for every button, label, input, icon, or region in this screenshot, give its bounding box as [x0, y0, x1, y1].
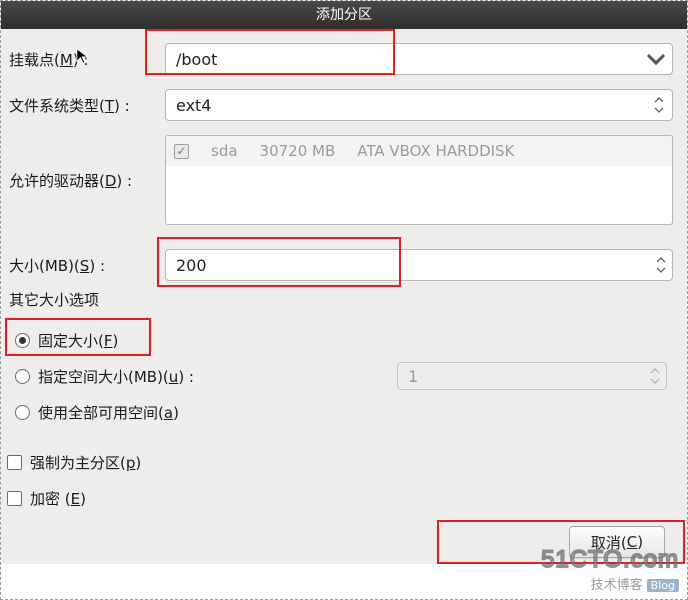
- field-size-wrap: 200: [165, 249, 681, 281]
- size-value: 200: [176, 256, 650, 275]
- drive-name: sda: [211, 142, 238, 160]
- label-mount-point: 挂载点(M) :: [7, 49, 165, 70]
- label-drives: 允许的驱动器(D) :: [7, 170, 165, 191]
- row-fs-type: 文件系统类型(T) : ext4: [7, 89, 681, 121]
- radio-fill-label: 使用全部可用空间(a): [38, 402, 179, 423]
- group-other-options: 固定大小(F) 指定空间大小(MB)(u) : 1 使用全部可用空间(a): [7, 316, 681, 436]
- fs-type-combo[interactable]: ext4: [165, 89, 673, 121]
- size-spin[interactable]: 200: [165, 249, 673, 281]
- mount-point-value: /boot: [176, 50, 646, 69]
- dialog-content: 挂载点(M) : /boot 文件系统类型(T) : ext4: [1, 29, 687, 564]
- encrypt-label: 加密 (E): [30, 488, 86, 509]
- watermark-line2: 技术博客Blog: [541, 574, 679, 593]
- spinner-icon[interactable]: [652, 96, 666, 115]
- window-title: 添加分区: [316, 7, 372, 23]
- field-fs-type-wrap: ext4: [165, 89, 681, 121]
- label-size: 大小(MB)(S) :: [7, 255, 165, 276]
- radio-icon[interactable]: [15, 369, 30, 384]
- radio-fixed-row[interactable]: 固定大小(F): [15, 322, 675, 358]
- chevron-down-icon[interactable]: [646, 49, 666, 69]
- radio-icon[interactable]: [15, 405, 30, 420]
- drive-size: 30720 MB: [260, 142, 336, 160]
- force-primary-label: 强制为主分区(p): [30, 452, 141, 473]
- dialog-buttons: 取消(C): [7, 516, 681, 558]
- drive-model: ATA VBOX HARDDISK: [357, 142, 514, 160]
- spinner-icon: [648, 367, 662, 386]
- upto-value: 1: [408, 367, 644, 386]
- encrypt-row[interactable]: 加密 (E): [7, 480, 681, 516]
- row-size: 大小(MB)(S) : 200: [7, 249, 681, 281]
- window-titlebar: 添加分区: [1, 1, 687, 29]
- radio-icon[interactable]: [15, 333, 30, 348]
- radio-fill-row[interactable]: 使用全部可用空间(a): [15, 394, 675, 430]
- cancel-button[interactable]: 取消(C): [569, 526, 665, 558]
- group-title-other: 其它大小选项: [9, 289, 681, 310]
- spinner-icon[interactable]: [654, 256, 668, 275]
- force-primary-row[interactable]: 强制为主分区(p): [7, 444, 681, 480]
- row-drives: 允许的驱动器(D) : ✓ sda 30720 MB ATA VBOX HARD…: [7, 135, 681, 225]
- radio-fixed-label: 固定大小(F): [38, 330, 118, 351]
- label-fs-type: 文件系统类型(T) :: [7, 95, 165, 116]
- upto-spin: 1: [397, 362, 667, 390]
- row-mount-point: 挂载点(M) : /boot: [7, 43, 681, 75]
- checkbox-icon[interactable]: [7, 455, 22, 470]
- field-mount-point-wrap: /boot: [165, 43, 681, 75]
- radio-upto-label: 指定空间大小(MB)(u) :: [38, 366, 194, 387]
- checkbox-icon[interactable]: ✓: [174, 144, 189, 159]
- drive-list[interactable]: ✓ sda 30720 MB ATA VBOX HARDDISK: [165, 135, 673, 225]
- radio-upto-row[interactable]: 指定空间大小(MB)(u) : 1: [15, 358, 675, 394]
- checkbox-icon[interactable]: [7, 491, 22, 506]
- fs-type-value: ext4: [176, 96, 648, 115]
- drive-row[interactable]: ✓ sda 30720 MB ATA VBOX HARDDISK: [166, 136, 672, 166]
- mount-point-combo[interactable]: /boot: [165, 43, 673, 75]
- field-drives-wrap: ✓ sda 30720 MB ATA VBOX HARDDISK: [165, 135, 681, 225]
